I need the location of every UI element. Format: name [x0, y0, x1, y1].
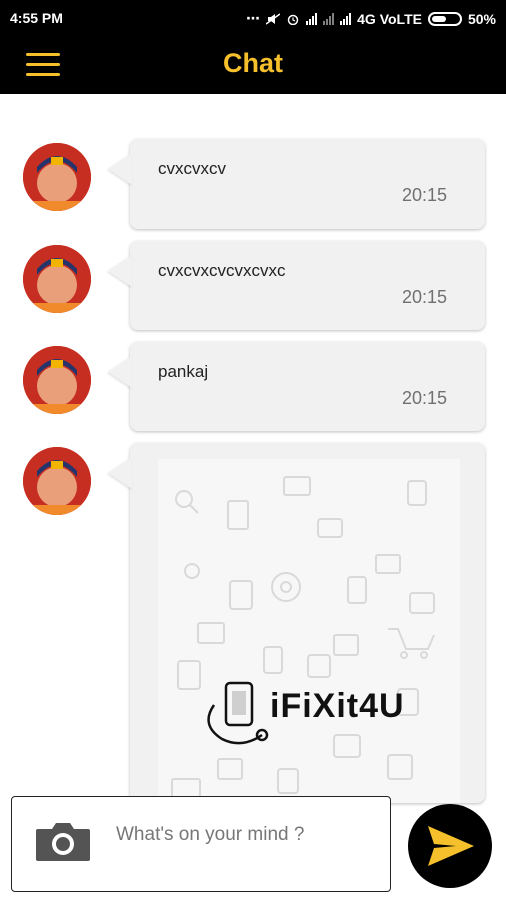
mute-icon	[266, 12, 281, 25]
more-dots-icon: ⋯	[246, 10, 261, 26]
message-time: 20:15	[401, 388, 447, 408]
message-composer	[11, 796, 391, 892]
message-text: cvxcvxcvcvxcvxc	[158, 261, 286, 280]
logo-text: iFiXit4U	[270, 687, 405, 725]
avatar[interactable]	[23, 346, 91, 414]
send-icon	[428, 826, 474, 866]
send-button[interactable]	[408, 804, 492, 888]
message-bubble[interactable]: cvxcvxcv 20:15	[130, 139, 485, 229]
message-time: 20:15	[401, 287, 447, 307]
battery-icon	[427, 11, 462, 26]
message-time: 20:15	[401, 185, 447, 205]
signal-icon	[323, 12, 335, 25]
status-bar: 4:55 PM ⋯ 4G VoLTE 50%	[0, 0, 506, 36]
message-bubble[interactable]: cvxcvxcvcvxcvxc 20:15	[130, 241, 485, 330]
message-text: pankaj	[158, 362, 209, 381]
signal-icon	[306, 12, 318, 25]
avatar[interactable]	[23, 245, 91, 313]
network-label: 4G VoLTE	[357, 10, 422, 27]
battery-level: 50%	[467, 10, 496, 27]
status-time: 4:55 PM	[10, 10, 63, 26]
app-bar: Chat	[0, 36, 506, 94]
page-title: Chat	[223, 48, 283, 78]
status-icons: ⋯ 4G VoLTE 50%	[246, 10, 496, 27]
doodle-pattern	[171, 476, 435, 798]
avatar[interactable]	[23, 143, 91, 211]
image-attachment[interactable]: iFiXit4U	[158, 459, 460, 803]
avatar[interactable]	[23, 447, 91, 515]
image-message-bubble[interactable]: iFiXit4U	[130, 443, 485, 803]
message-bubble[interactable]: pankaj 20:15	[130, 342, 485, 431]
message-input[interactable]	[116, 819, 376, 851]
signal-icon	[340, 12, 352, 25]
alarm-icon	[287, 14, 299, 25]
camera-icon[interactable]	[34, 819, 92, 863]
message-text: cvxcvxcv	[158, 159, 226, 178]
